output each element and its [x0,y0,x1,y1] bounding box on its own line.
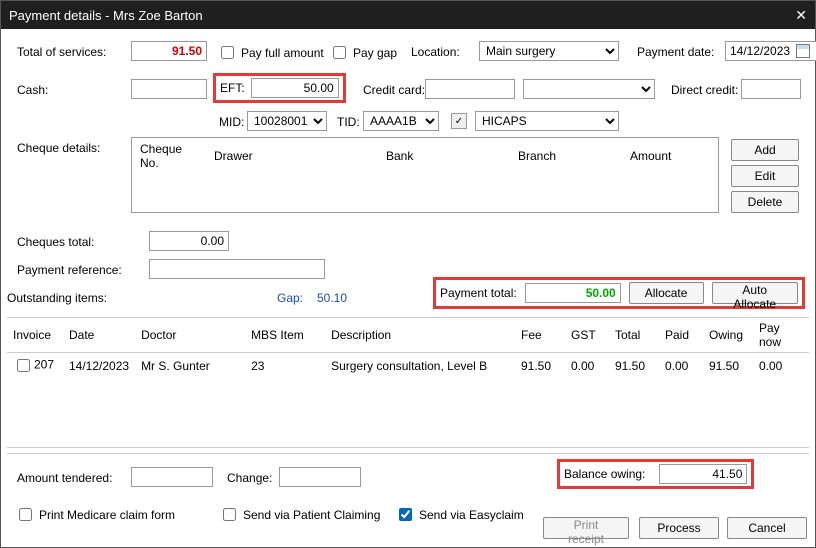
col-fee: Fee [515,318,565,353]
payment-total-highlight: Payment total: Allocate Auto Allocate [433,277,805,309]
titlebar: Payment details - Mrs Zoe Barton ✕ [1,1,815,29]
cheque-table: Cheque No. Drawer Bank Branch Amount [131,137,719,213]
change-field[interactable] [279,467,361,487]
balance-owing-highlight: Balance owing: [557,459,754,489]
total-services-label: Total of services: [17,45,106,59]
credit-type-select[interactable] [523,79,655,99]
cheque-col-drawer: Drawer [208,140,378,172]
cheque-col-amount: Amount [624,140,716,172]
col-gst: GST [565,318,609,353]
cash-label: Cash: [17,83,48,97]
window-body: Total of services: Pay full amount Pay g… [1,29,815,547]
total-services-field[interactable] [131,41,207,61]
row-checkbox[interactable] [17,359,30,372]
location-select[interactable]: Main surgery [479,41,619,61]
payment-reference-field[interactable] [149,259,325,279]
cancel-button[interactable]: Cancel [727,517,807,539]
table-row[interactable]: 207 14/12/2023 Mr S. Gunter 23 Surgery c… [7,353,809,379]
eft-highlight: EFT: [213,73,346,103]
outstanding-label: Outstanding items: [7,291,107,305]
cheque-col-bank: Bank [380,140,510,172]
cheques-total-field[interactable] [149,231,229,251]
col-invoice: Invoice [7,318,63,353]
payment-total-label: Payment total: [440,286,517,300]
window-title: Payment details - Mrs Zoe Barton [9,8,203,23]
items-table: Invoice Date Doctor MBS Item Description… [7,317,809,378]
direct-credit-label: Direct credit: [671,83,738,97]
send-patient-claiming-checkbox[interactable]: Send via Patient Claiming [219,505,380,524]
col-doctor: Doctor [135,318,245,353]
cheque-col-no: Cheque No. [134,140,206,172]
payment-total-field[interactable] [525,283,621,303]
col-mbs: MBS Item [245,318,325,353]
amount-tendered-label: Amount tendered: [17,471,112,485]
gap-value: 50.10 [317,291,347,305]
cheque-edit-button[interactable]: Edit [731,165,799,187]
credit-card-field[interactable] [425,79,515,99]
close-icon[interactable]: ✕ [795,7,807,24]
auto-allocate-button[interactable]: Auto Allocate [712,282,799,304]
payment-reference-label: Payment reference: [17,263,122,277]
cheque-delete-button[interactable]: Delete [731,191,799,213]
eft-field[interactable] [251,78,339,98]
col-desc: Description [325,318,515,353]
change-label: Change: [227,471,272,485]
calendar-icon [796,44,810,58]
mid-select[interactable]: 10028001 [247,111,327,131]
amount-tendered-field[interactable] [131,467,213,487]
credit-card-label: Credit card: [363,83,425,97]
tid-select[interactable]: AAAA1B [363,111,439,131]
mid-label: MID: [219,115,244,129]
window: Payment details - Mrs Zoe Barton ✕ Total… [0,0,816,548]
balance-owing-field[interactable] [659,464,747,484]
col-paynow: Pay now [753,318,809,353]
location-label: Location: [411,45,460,59]
hicaps-check-icon[interactable]: ✓ [451,113,467,129]
print-receipt-button[interactable]: Print receipt [543,517,629,539]
send-easyclaim-checkbox[interactable]: Send via Easyclaim [395,505,524,524]
balance-owing-label: Balance owing: [564,467,645,481]
col-date: Date [63,318,135,353]
cheque-add-button[interactable]: Add [731,139,799,161]
cash-field[interactable] [131,79,207,99]
gap-label: Gap: [277,291,303,305]
payment-date-picker[interactable]: 14/12/2023 ▾ [725,41,816,61]
hicaps-select[interactable]: HICAPS [475,111,619,131]
col-total: Total [609,318,659,353]
cheque-section-label: Cheque details: [17,141,100,155]
direct-credit-field[interactable] [741,79,801,99]
process-button[interactable]: Process [639,517,719,539]
payment-date-label: Payment date: [637,45,714,59]
tid-label: TID: [337,115,360,129]
eft-label: EFT: [220,81,245,95]
allocate-button[interactable]: Allocate [629,282,704,304]
pay-gap-checkbox[interactable]: Pay gap [329,43,397,62]
cheques-total-label: Cheques total: [17,235,94,249]
col-owing: Owing [703,318,753,353]
print-medicare-checkbox[interactable]: Print Medicare claim form [15,505,175,524]
cheque-col-branch: Branch [512,140,622,172]
pay-full-checkbox[interactable]: Pay full amount [217,43,324,62]
col-paid: Paid [659,318,703,353]
